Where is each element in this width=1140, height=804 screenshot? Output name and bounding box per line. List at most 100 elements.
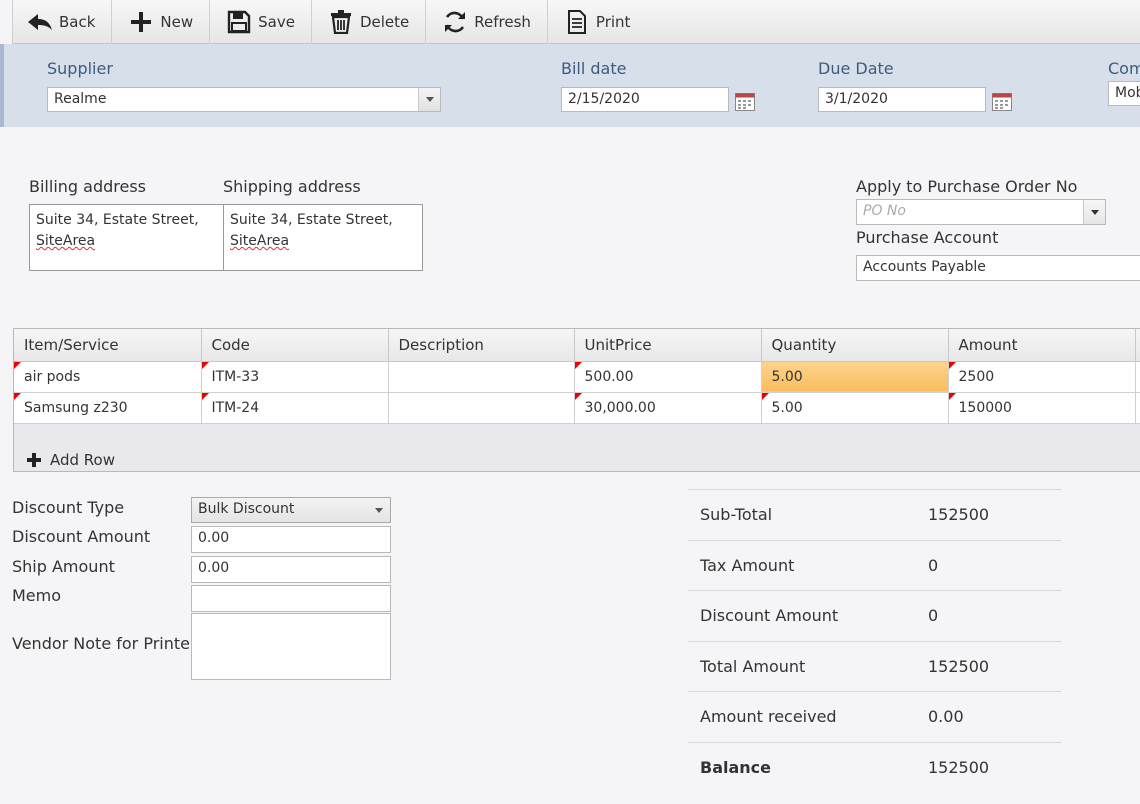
balance-value: 152500	[928, 757, 990, 777]
billing-address-line1: Suite 34, Estate Street,	[36, 212, 199, 228]
received-row: Amount received 0.00	[688, 691, 1061, 742]
calendar-icon[interactable]	[992, 93, 1012, 111]
total-label: Total Amount	[700, 656, 806, 676]
required-flag-icon	[201, 392, 209, 400]
required-flag-icon	[948, 392, 956, 400]
memo-label: Memo	[12, 586, 62, 605]
required-flag-icon	[574, 392, 582, 400]
required-flag-icon	[574, 361, 582, 369]
column-header[interactable]: Item/Service	[14, 329, 202, 362]
total-row: Total Amount 152500	[688, 640, 1061, 692]
shipping-address-line1: Suite 34, Estate Street,	[230, 212, 393, 228]
column-header[interactable]: Code	[201, 329, 389, 362]
bill-date-label: Bill date	[561, 59, 627, 78]
purchase-account-value: Accounts Payable	[863, 259, 986, 275]
subtotal-label: Sub-Total	[700, 505, 773, 525]
column-header[interactable]: UnitPrice	[574, 329, 762, 362]
column-header-extra	[1135, 329, 1140, 362]
cell-text: 150000	[958, 399, 1012, 416]
supplier-combobox[interactable]: Realme	[47, 87, 441, 112]
add-row-button[interactable]: Add Row	[26, 451, 115, 469]
refresh-icon	[442, 9, 468, 35]
billing-address-line2: SiteArea	[36, 233, 96, 249]
shipping-address-line2: SiteArea	[230, 233, 290, 249]
back-button[interactable]: Back	[13, 0, 113, 44]
required-flag-icon	[761, 392, 769, 400]
print-button[interactable]: Print	[548, 0, 647, 44]
bill-date-input[interactable]: 2/15/2020	[561, 87, 729, 112]
table-row: Samsung z230 ITM-24 30,000.00 5.00 15000…	[14, 392, 1140, 424]
grid-cell[interactable]: 150000	[948, 392, 1136, 424]
column-header[interactable]: Amount	[948, 329, 1136, 362]
supplier-label: Supplier	[47, 59, 113, 78]
po-combobox[interactable]: PO No	[856, 199, 1106, 225]
com-label: Com	[1108, 59, 1140, 78]
grid-cell[interactable]: Samsung z230	[14, 392, 202, 424]
com-input[interactable]: Mob	[1108, 81, 1140, 106]
grid-cell[interactable]: air pods	[14, 361, 202, 393]
billing-address-label: Billing address	[29, 177, 146, 196]
grid-cell-extra	[1135, 361, 1140, 393]
grid-cell[interactable]	[388, 361, 575, 393]
discount-row: Discount Amount 0	[688, 590, 1061, 641]
table-row: air pods ITM-33 500.00 5.00 2500	[14, 361, 1140, 393]
received-value: 0.00	[928, 707, 964, 727]
delete-button[interactable]: Delete	[312, 0, 427, 44]
plus-icon	[128, 9, 154, 35]
balance-row: Balance 152500	[688, 741, 1061, 793]
new-button[interactable]: New	[112, 0, 211, 44]
shipping-address-label: Shipping address	[223, 177, 361, 196]
required-flag-icon	[14, 392, 21, 400]
discount-amount-label: Discount Amount	[12, 527, 151, 546]
chevron-down-icon[interactable]	[1083, 200, 1105, 224]
bill-header: Supplier Realme Bill date 2/15/2020 Due …	[0, 44, 1140, 127]
save-button[interactable]: Save	[210, 0, 312, 44]
grid-cell[interactable]: 30,000.00	[574, 392, 762, 424]
supplier-value: Realme	[54, 91, 107, 107]
grid-header-row: Item/Service Code Description UnitPrice …	[14, 329, 1140, 362]
print-label: Print	[595, 12, 631, 31]
po-placeholder: PO No	[863, 203, 906, 219]
tax-value: 0	[928, 555, 939, 575]
grid-cell[interactable]	[388, 392, 575, 424]
purchase-account-label: Purchase Account	[856, 228, 999, 247]
discount-value: 0	[928, 606, 939, 626]
vendor-note-label: Vendor Note for Printer	[12, 634, 197, 653]
caret-down-icon	[375, 508, 383, 513]
grid-cell[interactable]: ITM-24	[201, 392, 389, 424]
memo-input[interactable]	[191, 585, 391, 612]
new-label: New	[160, 12, 194, 31]
grid-cell[interactable]: 500.00	[574, 361, 762, 393]
document-print-icon	[564, 9, 590, 35]
totals-panel: Sub-Total 152500 Tax Amount 0 Discount A…	[688, 489, 1061, 792]
purchase-account-input[interactable]: Accounts Payable	[856, 255, 1140, 281]
grid-cell[interactable]: 5.00	[761, 392, 949, 424]
cell-text: air pods	[24, 368, 81, 385]
cell-text: ITM-24	[211, 399, 260, 416]
subtotal-value: 152500	[928, 505, 990, 525]
grid-cell[interactable]: 2500	[948, 361, 1136, 393]
required-flag-icon	[948, 361, 956, 369]
due-date-label: Due Date	[818, 59, 894, 78]
due-date-input[interactable]: 3/1/2020	[818, 87, 986, 112]
add-row-label: Add Row	[50, 451, 116, 469]
ship-amount-input[interactable]: 0.00	[191, 556, 391, 583]
grid-cell-selected[interactable]: 5.00	[761, 361, 949, 393]
chevron-down-icon[interactable]	[418, 88, 440, 111]
cell-text: 500.00	[584, 368, 634, 385]
save-label: Save	[258, 12, 295, 31]
column-header[interactable]: Quantity	[761, 329, 949, 362]
shipping-address-box[interactable]: Suite 34, Estate Street, SiteArea	[223, 204, 423, 271]
column-header[interactable]: Description	[388, 329, 575, 362]
due-date-value: 3/1/2020	[825, 91, 888, 107]
grid-cell[interactable]: ITM-33	[201, 361, 389, 393]
refresh-button[interactable]: Refresh	[426, 0, 548, 44]
total-value: 152500	[928, 656, 990, 676]
calendar-icon[interactable]	[735, 93, 755, 111]
billing-address-box[interactable]: Suite 34, Estate Street, SiteArea	[29, 204, 224, 271]
discount-type-select[interactable]: Bulk Discount	[191, 497, 391, 523]
vendor-note-textarea[interactable]	[191, 613, 391, 680]
trash-icon	[328, 9, 354, 35]
com-value: Mob	[1115, 85, 1140, 101]
discount-amount-input[interactable]: 0.00	[191, 526, 391, 553]
